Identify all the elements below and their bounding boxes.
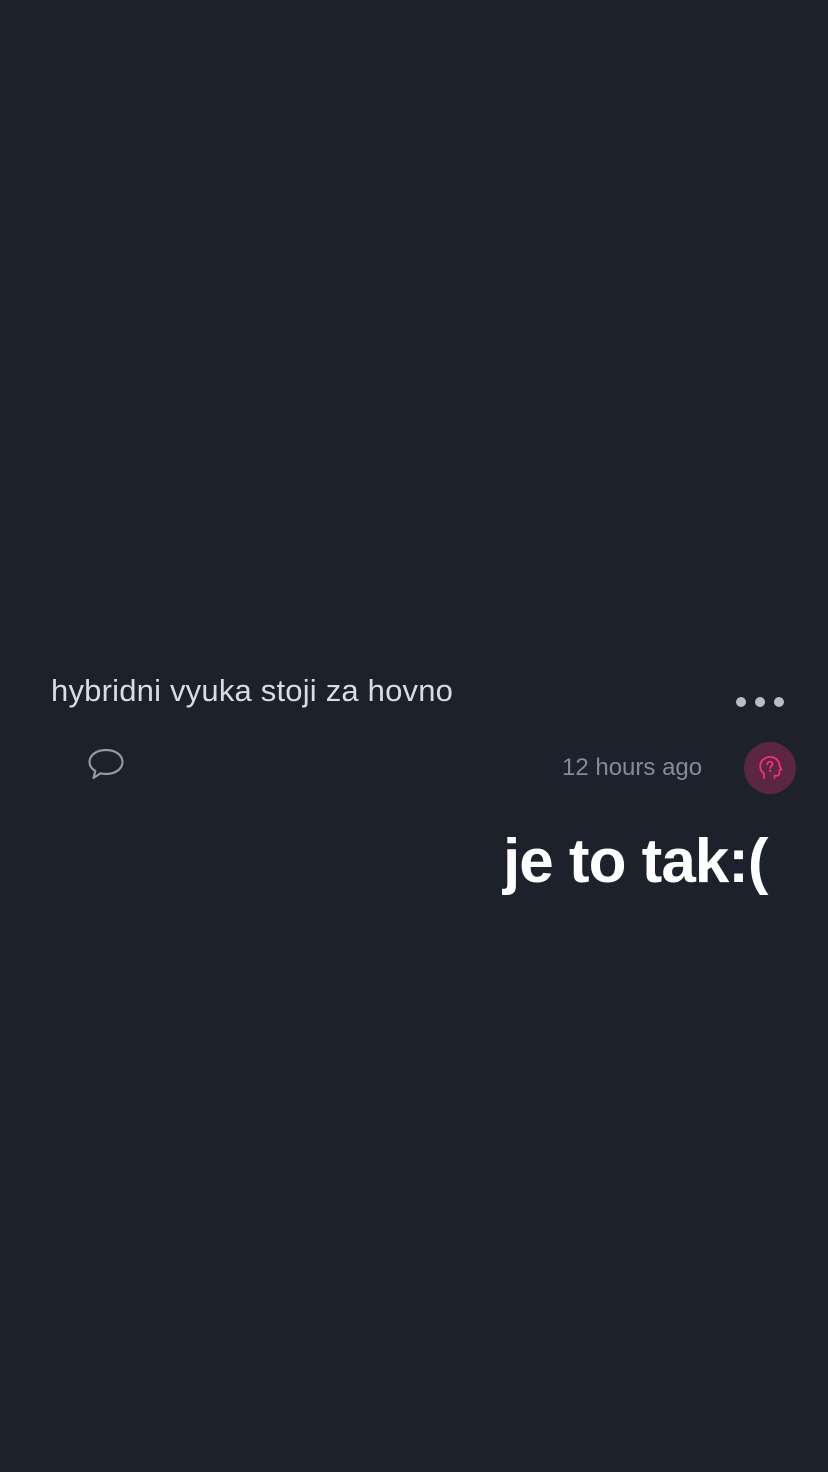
- post-text: hybridni vyuka stoji za hovno: [51, 673, 454, 708]
- more-options-button[interactable]: [736, 690, 784, 714]
- post-timestamp: 12 hours ago: [562, 754, 703, 781]
- more-options-icon: [736, 697, 746, 707]
- more-options-dot: [755, 697, 765, 707]
- story-caption: je to tak:(: [503, 827, 769, 896]
- comment-bubble-icon: [88, 748, 124, 780]
- comment-button[interactable]: [86, 745, 126, 783]
- story-screen: hybridni vyuka stoji za hovno 12 hours a…: [0, 0, 828, 1472]
- author-avatar[interactable]: [744, 742, 796, 794]
- head-question-icon: [759, 756, 783, 779]
- more-options-dot: [774, 697, 784, 707]
